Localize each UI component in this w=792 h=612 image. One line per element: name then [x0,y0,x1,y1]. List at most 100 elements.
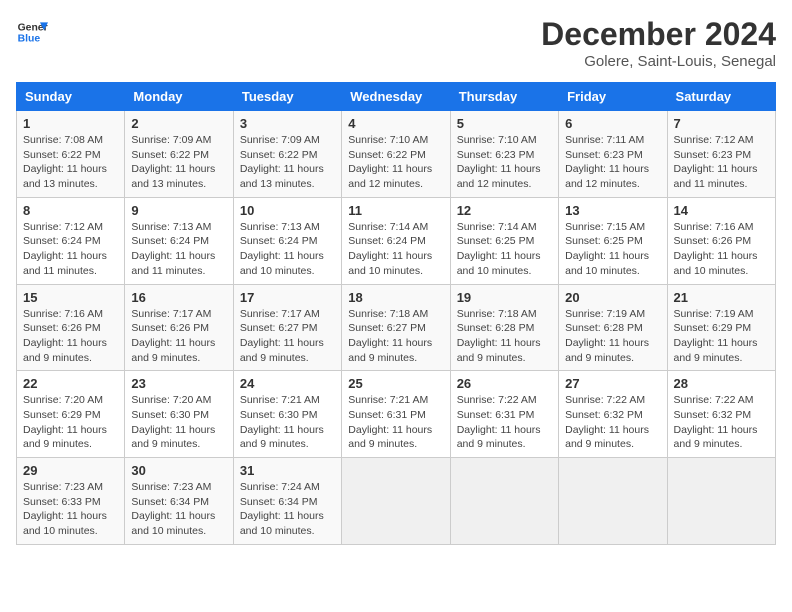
day-number: 24 [240,376,335,391]
day-number: 23 [131,376,226,391]
day-number: 25 [348,376,443,391]
day-number: 30 [131,463,226,478]
calendar-cell-28: 28 Sunrise: 7:22 AM Sunset: 6:32 PM Dayl… [667,371,775,458]
day-info: Sunrise: 7:09 AM Sunset: 6:22 PM Dayligh… [131,133,226,192]
calendar-cell-26: 26 Sunrise: 7:22 AM Sunset: 6:31 PM Dayl… [450,371,558,458]
calendar-cell-empty [450,458,558,545]
day-number: 21 [674,290,769,305]
day-info: Sunrise: 7:21 AM Sunset: 6:30 PM Dayligh… [240,393,335,452]
day-number: 22 [23,376,118,391]
day-number: 29 [23,463,118,478]
calendar-week-row: 15 Sunrise: 7:16 AM Sunset: 6:26 PM Dayl… [17,284,776,371]
day-info: Sunrise: 7:18 AM Sunset: 6:28 PM Dayligh… [457,307,552,366]
day-info: Sunrise: 7:17 AM Sunset: 6:26 PM Dayligh… [131,307,226,366]
day-number: 17 [240,290,335,305]
day-info: Sunrise: 7:11 AM Sunset: 6:23 PM Dayligh… [565,133,660,192]
calendar-cell-21: 21 Sunrise: 7:19 AM Sunset: 6:29 PM Dayl… [667,284,775,371]
day-number: 31 [240,463,335,478]
day-info: Sunrise: 7:09 AM Sunset: 6:22 PM Dayligh… [240,133,335,192]
day-info: Sunrise: 7:13 AM Sunset: 6:24 PM Dayligh… [131,220,226,279]
calendar-table: Sunday Monday Tuesday Wednesday Thursday… [16,82,776,545]
day-number: 5 [457,116,552,131]
calendar-cell-3: 3 Sunrise: 7:09 AM Sunset: 6:22 PM Dayli… [233,111,341,198]
day-info: Sunrise: 7:16 AM Sunset: 6:26 PM Dayligh… [674,220,769,279]
day-number: 10 [240,203,335,218]
day-info: Sunrise: 7:24 AM Sunset: 6:34 PM Dayligh… [240,480,335,539]
day-info: Sunrise: 7:15 AM Sunset: 6:25 PM Dayligh… [565,220,660,279]
svg-text:Blue: Blue [18,34,41,45]
calendar-cell-31: 31 Sunrise: 7:24 AM Sunset: 6:34 PM Dayl… [233,458,341,545]
day-number: 19 [457,290,552,305]
day-number: 18 [348,290,443,305]
header-friday: Friday [559,83,667,111]
day-number: 26 [457,376,552,391]
day-number: 1 [23,116,118,131]
day-number: 2 [131,116,226,131]
calendar-cell-empty [559,458,667,545]
calendar-cell-18: 18 Sunrise: 7:18 AM Sunset: 6:27 PM Dayl… [342,284,450,371]
day-number: 4 [348,116,443,131]
calendar-week-row: 1 Sunrise: 7:08 AM Sunset: 6:22 PM Dayli… [17,111,776,198]
day-info: Sunrise: 7:14 AM Sunset: 6:25 PM Dayligh… [457,220,552,279]
day-info: Sunrise: 7:12 AM Sunset: 6:24 PM Dayligh… [23,220,118,279]
logo-icon: General Blue [16,16,48,48]
header-tuesday: Tuesday [233,83,341,111]
calendar-cell-22: 22 Sunrise: 7:20 AM Sunset: 6:29 PM Dayl… [17,371,125,458]
header-monday: Monday [125,83,233,111]
day-number: 3 [240,116,335,131]
day-number: 15 [23,290,118,305]
header-wednesday: Wednesday [342,83,450,111]
calendar-cell-27: 27 Sunrise: 7:22 AM Sunset: 6:32 PM Dayl… [559,371,667,458]
calendar-cell-30: 30 Sunrise: 7:23 AM Sunset: 6:34 PM Dayl… [125,458,233,545]
day-info: Sunrise: 7:21 AM Sunset: 6:31 PM Dayligh… [348,393,443,452]
header-sunday: Sunday [17,83,125,111]
calendar-cell-19: 19 Sunrise: 7:18 AM Sunset: 6:28 PM Dayl… [450,284,558,371]
calendar-week-row: 29 Sunrise: 7:23 AM Sunset: 6:33 PM Dayl… [17,458,776,545]
calendar-cell-15: 15 Sunrise: 7:16 AM Sunset: 6:26 PM Dayl… [17,284,125,371]
header-thursday: Thursday [450,83,558,111]
day-info: Sunrise: 7:20 AM Sunset: 6:30 PM Dayligh… [131,393,226,452]
day-info: Sunrise: 7:18 AM Sunset: 6:27 PM Dayligh… [348,307,443,366]
day-info: Sunrise: 7:23 AM Sunset: 6:33 PM Dayligh… [23,480,118,539]
calendar-cell-empty [342,458,450,545]
day-number: 6 [565,116,660,131]
day-number: 13 [565,203,660,218]
calendar-cell-13: 13 Sunrise: 7:15 AM Sunset: 6:25 PM Dayl… [559,197,667,284]
day-number: 12 [457,203,552,218]
calendar-cell-7: 7 Sunrise: 7:12 AM Sunset: 6:23 PM Dayli… [667,111,775,198]
header-saturday: Saturday [667,83,775,111]
calendar-cell-17: 17 Sunrise: 7:17 AM Sunset: 6:27 PM Dayl… [233,284,341,371]
calendar-cell-11: 11 Sunrise: 7:14 AM Sunset: 6:24 PM Dayl… [342,197,450,284]
calendar-cell-6: 6 Sunrise: 7:11 AM Sunset: 6:23 PM Dayli… [559,111,667,198]
day-info: Sunrise: 7:10 AM Sunset: 6:23 PM Dayligh… [457,133,552,192]
calendar-cell-23: 23 Sunrise: 7:20 AM Sunset: 6:30 PM Dayl… [125,371,233,458]
day-number: 16 [131,290,226,305]
day-number: 11 [348,203,443,218]
day-info: Sunrise: 7:19 AM Sunset: 6:29 PM Dayligh… [674,307,769,366]
day-number: 20 [565,290,660,305]
calendar-cell-empty [667,458,775,545]
calendar-cell-10: 10 Sunrise: 7:13 AM Sunset: 6:24 PM Dayl… [233,197,341,284]
calendar-cell-1: 1 Sunrise: 7:08 AM Sunset: 6:22 PM Dayli… [17,111,125,198]
day-number: 9 [131,203,226,218]
page-header: General Blue December 2024 Golere, Saint… [16,16,776,70]
calendar-cell-25: 25 Sunrise: 7:21 AM Sunset: 6:31 PM Dayl… [342,371,450,458]
calendar-week-row: 22 Sunrise: 7:20 AM Sunset: 6:29 PM Dayl… [17,371,776,458]
calendar-cell-9: 9 Sunrise: 7:13 AM Sunset: 6:24 PM Dayli… [125,197,233,284]
calendar-week-row: 8 Sunrise: 7:12 AM Sunset: 6:24 PM Dayli… [17,197,776,284]
calendar-cell-12: 12 Sunrise: 7:14 AM Sunset: 6:25 PM Dayl… [450,197,558,284]
calendar-cell-5: 5 Sunrise: 7:10 AM Sunset: 6:23 PM Dayli… [450,111,558,198]
day-info: Sunrise: 7:19 AM Sunset: 6:28 PM Dayligh… [565,307,660,366]
calendar-header-row: Sunday Monday Tuesday Wednesday Thursday… [17,83,776,111]
day-info: Sunrise: 7:22 AM Sunset: 6:32 PM Dayligh… [674,393,769,452]
calendar-cell-4: 4 Sunrise: 7:10 AM Sunset: 6:22 PM Dayli… [342,111,450,198]
day-number: 27 [565,376,660,391]
title-block: December 2024 Golere, Saint-Louis, Seneg… [541,16,776,70]
month-title: December 2024 [541,16,776,53]
calendar-cell-14: 14 Sunrise: 7:16 AM Sunset: 6:26 PM Dayl… [667,197,775,284]
day-info: Sunrise: 7:16 AM Sunset: 6:26 PM Dayligh… [23,307,118,366]
day-info: Sunrise: 7:20 AM Sunset: 6:29 PM Dayligh… [23,393,118,452]
day-number: 7 [674,116,769,131]
day-number: 14 [674,203,769,218]
logo: General Blue [16,16,48,48]
